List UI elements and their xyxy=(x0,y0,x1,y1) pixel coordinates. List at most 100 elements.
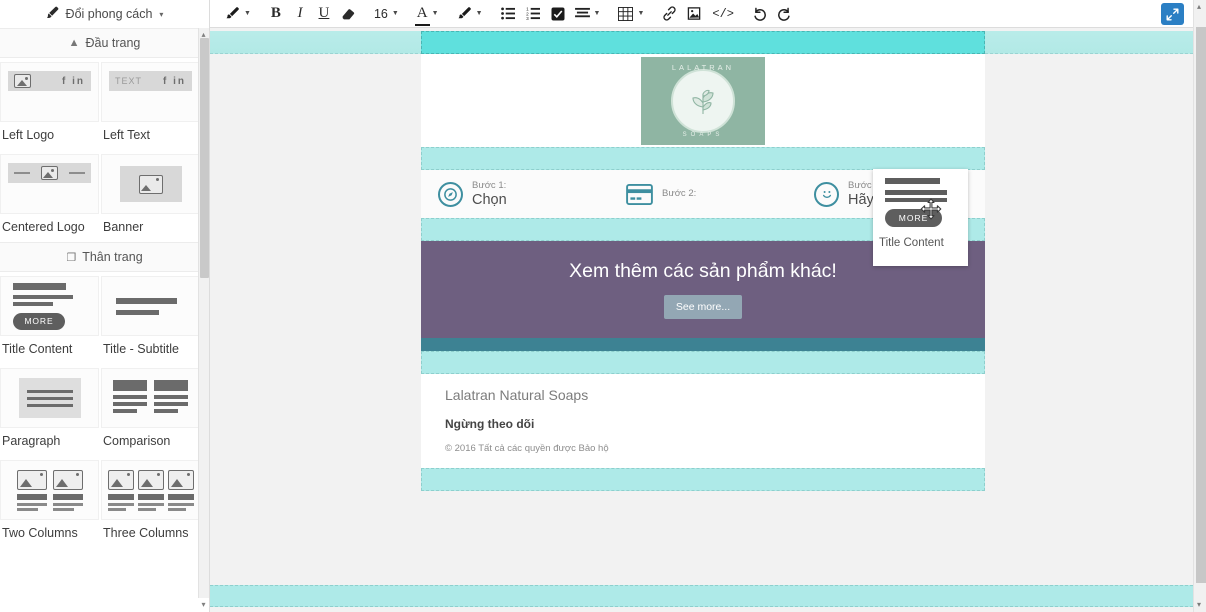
sidebar-scroll-down-arrow[interactable]: ▾ xyxy=(199,600,208,610)
section-header-body[interactable]: ❐ Thân trang xyxy=(0,242,209,272)
link-icon xyxy=(663,6,677,21)
format-painter-button[interactable]: ▼ xyxy=(220,1,256,27)
clear-format-button[interactable] xyxy=(336,1,361,27)
image-icon xyxy=(40,166,58,180)
highlight-color-button[interactable]: ▼ xyxy=(452,1,488,27)
link-button[interactable] xyxy=(657,1,682,27)
email-row-spacer-bottom[interactable] xyxy=(421,468,985,491)
undo-button[interactable] xyxy=(747,1,772,27)
see-more-button[interactable]: See more... xyxy=(663,295,743,319)
svg-text:3: 3 xyxy=(526,16,529,20)
block-label: Paragraph xyxy=(2,434,61,448)
redo-button[interactable] xyxy=(772,1,797,27)
block-thumbnail xyxy=(0,368,99,428)
section-title-body: Thân trang xyxy=(82,250,143,264)
step-item[interactable]: Bước 1: Chọn xyxy=(421,180,609,209)
email-row-spacer-mid[interactable] xyxy=(421,147,985,170)
email-row-spacer-top[interactable] xyxy=(421,31,985,54)
chevron-down-icon: ▼ xyxy=(244,10,251,17)
sidebar-scrollbar-thumb[interactable] xyxy=(200,38,209,278)
block-thumbnail: MORE xyxy=(0,276,99,336)
expand-icon xyxy=(1166,8,1179,20)
step-number: Bước 1: xyxy=(472,179,507,191)
bullet-list-button[interactable] xyxy=(496,1,521,27)
blocks-sidebar: Đổi phong cách ▾ ▲ Đầu trang f in Left L… xyxy=(0,0,210,612)
change-style-label: Đổi phong cách xyxy=(65,7,153,21)
block-banner[interactable]: Banner xyxy=(101,150,200,242)
section-header-header[interactable]: ▲ Đầu trang xyxy=(0,28,209,58)
font-size-select[interactable]: 16 ▼ xyxy=(369,1,404,27)
table-button[interactable]: ▼ xyxy=(613,1,649,27)
block-label: Banner xyxy=(103,220,144,234)
block-three-columns[interactable]: Three Columns xyxy=(101,456,200,548)
block-thumbnail xyxy=(0,154,99,214)
undo-icon xyxy=(754,7,766,21)
text-icon: TEXT xyxy=(115,76,143,86)
block-comparison[interactable]: Comparison xyxy=(101,364,200,456)
scroll-down-arrow[interactable]: ▾ xyxy=(1194,599,1204,611)
block-left-logo[interactable]: f in Left Logo xyxy=(0,58,99,150)
editor-scrollbar[interactable]: ▴ ▾ xyxy=(1193,0,1206,612)
step-item[interactable]: Bước 2: xyxy=(609,183,797,205)
bold-button[interactable]: B xyxy=(264,1,288,27)
italic-button[interactable]: I xyxy=(288,1,312,27)
block-title-content[interactable]: MORE Title Content xyxy=(0,272,99,364)
chevron-up-icon: ▲ xyxy=(68,37,80,49)
email-row-spacer-footer-top[interactable] xyxy=(421,351,985,374)
block-thumbnail: TEXT f in xyxy=(101,62,200,122)
align-button[interactable]: ▼ xyxy=(570,1,606,27)
sidebar-scrollbar[interactable] xyxy=(198,28,209,598)
divider xyxy=(13,172,30,174)
footer-copyright: © 2016 Tất cả các quyền được Bảo hộ xyxy=(445,443,609,454)
sidebar-scroll-up-arrow[interactable]: ▴ xyxy=(199,30,208,40)
chevron-down-icon: ▼ xyxy=(637,10,645,17)
scroll-up-arrow[interactable]: ▴ xyxy=(1194,1,1204,13)
block-label: Two Columns xyxy=(2,526,78,540)
block-label: Title - Subtitle xyxy=(103,342,179,356)
redo-icon xyxy=(778,7,790,21)
font-color-button[interactable]: A ▼ xyxy=(412,1,444,27)
smiley-icon xyxy=(814,181,839,207)
block-two-columns[interactable]: Two Columns xyxy=(0,456,99,548)
logo-image[interactable]: LALATRAN SOAPS xyxy=(641,56,765,145)
email-canvas[interactable]: LALATRAN SOAPS Bước 1: Chọn Bước 2: Bước… xyxy=(210,28,1193,612)
insert-image-button[interactable] xyxy=(682,1,707,27)
image-icon xyxy=(138,174,163,194)
block-centered-logo[interactable]: Centered Logo xyxy=(0,150,99,242)
block-left-text[interactable]: TEXT f in Left Text xyxy=(101,58,200,150)
block-label: Three Columns xyxy=(103,526,189,540)
numbered-list-icon: 123 xyxy=(526,7,540,20)
logo-emblem xyxy=(671,68,735,133)
logo-brand-top: LALATRAN xyxy=(671,62,735,72)
logo-brand-bottom: SOAPS xyxy=(682,131,724,138)
font-size-value: 16 xyxy=(373,6,388,21)
source-code-button[interactable]: </> xyxy=(707,1,739,27)
block-thumbnail xyxy=(0,460,99,520)
change-style-button[interactable]: Đổi phong cách ▾ xyxy=(0,0,209,28)
header-blocks-grid: f in Left Logo TEXT f in Left Text Cente… xyxy=(0,58,209,242)
numbered-list-button[interactable]: 123 xyxy=(521,1,546,27)
chevron-down-icon: ▼ xyxy=(391,10,399,17)
fullscreen-expand-button[interactable] xyxy=(1161,3,1184,25)
block-paragraph[interactable]: Paragraph xyxy=(0,364,99,456)
block-thumbnail xyxy=(101,276,200,336)
block-label: Centered Logo xyxy=(2,220,85,234)
block-title-subtitle[interactable]: Title - Subtitle xyxy=(101,272,200,364)
bottom-spacer-band[interactable] xyxy=(210,585,1193,607)
email-row-footer[interactable]: Lalatran Natural Soaps Ngừng theo dõi © … xyxy=(421,374,985,468)
email-row-logo[interactable]: LALATRAN SOAPS xyxy=(421,54,985,147)
bullet-list-icon xyxy=(500,7,515,20)
footer-unsubscribe-link[interactable]: Ngừng theo dõi xyxy=(445,417,961,431)
font-color-letter: A xyxy=(416,5,428,21)
block-thumbnail xyxy=(101,368,200,428)
editor-scrollbar-thumb[interactable] xyxy=(1196,27,1206,583)
underline-button[interactable]: U xyxy=(312,1,336,27)
brush-icon xyxy=(458,7,471,19)
block-label: Comparison xyxy=(103,434,171,448)
block-thumbnail xyxy=(101,154,200,214)
eraser-icon xyxy=(342,9,355,20)
checkbox-button[interactable] xyxy=(546,1,570,27)
block-label: Left Text xyxy=(103,128,151,142)
section-title-header: Đầu trang xyxy=(85,36,141,50)
checkbox-icon xyxy=(551,7,564,20)
